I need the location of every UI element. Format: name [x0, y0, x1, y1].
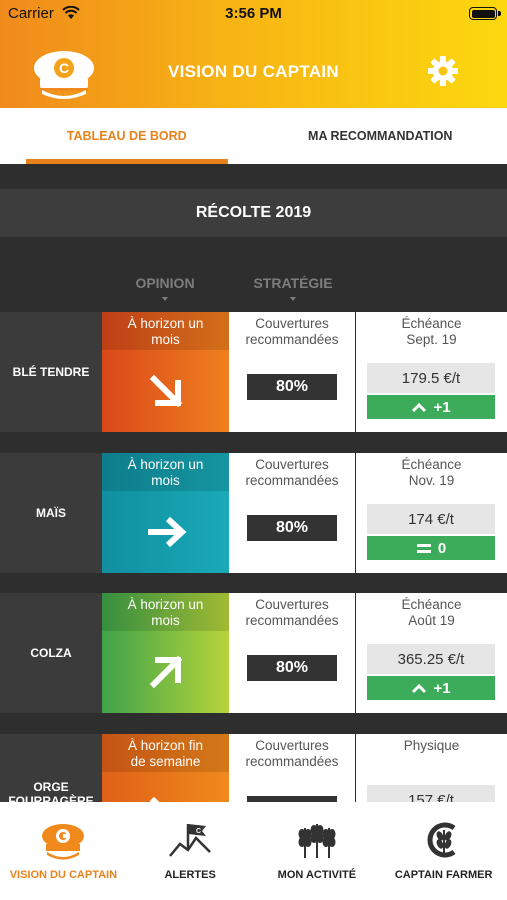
- crop-row[interactable]: BLÉ TENDRE À horizon un mois Couvertures…: [0, 312, 507, 432]
- trend-arrow-right-icon: [147, 516, 186, 548]
- opinion-horizon-label: À horizon fin de semaine: [102, 734, 229, 772]
- nav-label: CAPTAIN FARMER: [394, 869, 493, 881]
- price-value: 174 €/t: [367, 504, 495, 534]
- tab-bar: TABLEAU DE BORD MA RECOMMANDATION: [0, 108, 507, 164]
- coverage-percent: 80%: [247, 515, 337, 541]
- tab-dashboard[interactable]: TABLEAU DE BORD: [0, 108, 254, 164]
- nav-alertes[interactable]: C ALERTES: [127, 802, 254, 900]
- trend-up-icon: [412, 402, 427, 413]
- price-value: 365.25 €/t: [367, 644, 495, 674]
- caret-down-icon: [162, 297, 168, 301]
- crop-name: COLZA: [0, 593, 102, 713]
- trend-value: +1: [433, 679, 451, 697]
- column-strategy-label: STRATÉGIE: [253, 275, 333, 291]
- status-bar: Carrier 3:56 PM: [0, 0, 507, 28]
- opinion-arrow-wrap: [102, 350, 229, 432]
- nav-label: MON ACTIVITÉ: [277, 869, 357, 881]
- price-cell[interactable]: Physique 157 €/t: [356, 734, 507, 802]
- trend-badge: 0: [367, 536, 495, 560]
- opinion-arrow-wrap: [102, 772, 229, 802]
- trend-arrow-up-right-icon: [149, 655, 182, 689]
- crop-name: ORGE FOURRAGÈRE: [0, 734, 102, 802]
- dashboard-content[interactable]: RÉCOLTE 2019 OPINION STRATÉGIE BLÉ TENDR…: [0, 164, 507, 802]
- captain-farmer-icon: [427, 822, 456, 858]
- trend-value: +1: [433, 398, 451, 416]
- opinion-cell[interactable]: À horizon un mois: [102, 593, 229, 713]
- deadline-label: Physique: [403, 738, 460, 753]
- trend-value: 0: [437, 539, 447, 557]
- nav-label: VISION DU CAPTAIN: [9, 869, 118, 881]
- deadline-label: Échéance Août 19: [401, 597, 462, 628]
- opinion-horizon-label: À horizon un mois: [102, 453, 229, 491]
- opinion-arrow-wrap: [102, 491, 229, 573]
- opinion-horizon-label: À horizon un mois: [102, 593, 229, 631]
- trend-up-icon: [412, 683, 427, 694]
- wheat-icon: [298, 824, 336, 858]
- opinion-arrow-wrap: [102, 631, 229, 713]
- crop-row[interactable]: COLZA À horizon un mois Couvertures reco…: [0, 593, 507, 713]
- strategy-label: Couvertures recommandées: [245, 316, 339, 347]
- strategy-cell[interactable]: Couvertures recommandées 80%: [229, 453, 355, 573]
- status-time: 3:56 PM: [225, 5, 282, 22]
- nav-mon-activite[interactable]: MON ACTIVITÉ: [254, 802, 381, 900]
- coverage-percent: 80%: [247, 374, 337, 400]
- coverage-percent: 80%: [247, 655, 337, 681]
- column-opinion-label: OPINION: [135, 275, 195, 291]
- trend-badge: +1: [367, 395, 495, 419]
- caret-down-icon: [290, 297, 296, 301]
- opinion-cell[interactable]: À horizon un mois: [102, 312, 229, 432]
- column-header-opinion[interactable]: OPINION: [115, 275, 215, 301]
- deadline-label: Échéance Sept. 19: [401, 316, 462, 347]
- opinion-horizon-label: À horizon un mois: [102, 312, 229, 350]
- crop-row[interactable]: ORGE FOURRAGÈRE À horizon fin de semaine…: [0, 734, 507, 802]
- harvest-title: RÉCOLTE 2019: [0, 189, 507, 237]
- header: Carrier 3:56 PM C VISION DU CAPTAIN: [0, 0, 507, 108]
- bottom-nav: VISION DU CAPTAIN C ALERTES MON ACTIVITÉ: [0, 802, 507, 900]
- strategy-cell[interactable]: Couvertures recommandées 80%: [229, 593, 355, 713]
- strategy-cell[interactable]: Couvertures recommandées 80%: [229, 312, 355, 432]
- price-cell[interactable]: Échéance Août 19 365.25 €/t +1: [356, 593, 507, 713]
- opinion-cell[interactable]: À horizon un mois: [102, 453, 229, 573]
- opinion-cell[interactable]: À horizon fin de semaine: [102, 734, 229, 802]
- trend-arrow-down-right-icon: [149, 796, 159, 802]
- trend-badge: +1: [367, 676, 495, 700]
- strategy-label: Couvertures recommandées: [245, 597, 339, 628]
- trend-arrow-down-right-icon: [149, 374, 182, 408]
- price-value: 157 €/t: [367, 785, 495, 802]
- nav-label: ALERTES: [164, 869, 216, 881]
- alert-flag-icon: C: [169, 824, 212, 857]
- battery-icon: [469, 7, 497, 20]
- svg-text:C: C: [196, 828, 201, 835]
- nav-captain-farmer[interactable]: CAPTAIN FARMER: [380, 802, 507, 900]
- battery-tip: [498, 11, 501, 16]
- column-header-strategy[interactable]: STRATÉGIE: [243, 275, 343, 301]
- strategy-cell[interactable]: Couvertures recommandées 80%: [229, 734, 355, 802]
- strategy-label: Couvertures recommandées: [245, 457, 339, 488]
- tab-recommendation[interactable]: MA RECOMMANDATION: [254, 108, 507, 164]
- crop-name: BLÉ TENDRE: [0, 312, 102, 432]
- strategy-label: Couvertures recommandées: [245, 738, 339, 769]
- price-value: 179.5 €/t: [367, 363, 495, 393]
- price-cell[interactable]: Échéance Nov. 19 174 €/t 0: [356, 453, 507, 573]
- captain-hat-icon: [42, 824, 85, 860]
- nav-vision-du-captain[interactable]: VISION DU CAPTAIN: [0, 802, 127, 900]
- crop-row[interactable]: MAÏS À horizon un mois Couvertures recom…: [0, 453, 507, 573]
- gear-icon[interactable]: [427, 55, 459, 87]
- deadline-label: Échéance Nov. 19: [401, 457, 462, 488]
- trend-equal-icon: [416, 544, 431, 553]
- crop-name: MAÏS: [0, 453, 102, 573]
- price-cell[interactable]: Échéance Sept. 19 179.5 €/t +1: [356, 312, 507, 432]
